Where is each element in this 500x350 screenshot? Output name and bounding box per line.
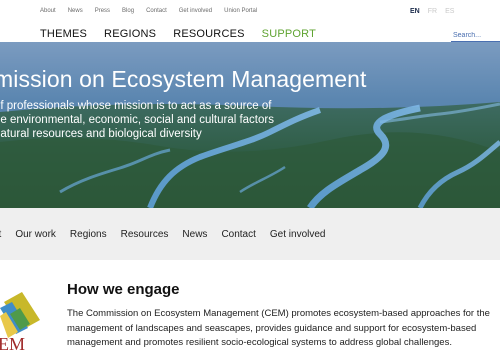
utility-link-about[interactable]: About [40,8,56,14]
hero-subtitle-line: he environmental, economic, social and c… [0,114,274,126]
language-en[interactable]: EN [410,8,420,15]
cem-logo: EM [0,292,40,350]
utility-link-get-involved[interactable]: Get involved [179,8,212,14]
utility-link-union-portal[interactable]: Union Portal [224,8,257,14]
search-input[interactable] [451,30,500,42]
section-nav-get-involved[interactable]: Get involved [270,229,326,240]
hero-subtitle: of professionals whose mission is to act… [0,99,274,141]
utility-bar: About News Press Blog Contact Get involv… [0,0,500,26]
utility-links: About News Press Blog Contact Get involv… [40,8,269,14]
section-nav-news[interactable]: News [182,229,207,240]
hero-subtitle-line: natural resources and biological diversi… [0,128,202,140]
section-body: The Commission on Ecosystem Management (… [67,308,490,348]
logo-lettering: EM [0,334,25,350]
section-nav-resources[interactable]: Resources [121,229,169,240]
main-nav: THEMES REGIONS RESOURCES SUPPORT [40,28,333,40]
nav-regions[interactable]: REGIONS [104,28,156,40]
section-nav: ut Our work Regions Resources News Conta… [0,208,500,260]
language-es[interactable]: ES [445,8,454,15]
section-heading: How we engage [67,281,180,298]
utility-link-blog[interactable]: Blog [122,8,134,14]
hero-title: mission on Ecosystem Management [0,66,367,92]
nav-resources[interactable]: RESOURCES [173,28,244,40]
utility-link-contact[interactable]: Contact [146,8,167,14]
nav-themes[interactable]: THEMES [40,28,87,40]
section-nav-our-work[interactable]: Our work [15,229,56,240]
hero-subtitle-line: of professionals whose mission is to act… [0,100,272,112]
section-nav-regions[interactable]: Regions [70,229,107,240]
section-nav-about[interactable]: ut [0,229,1,240]
utility-link-news[interactable]: News [68,8,83,14]
utility-link-press[interactable]: Press [95,8,110,14]
section-nav-contact[interactable]: Contact [221,229,255,240]
nav-support[interactable]: SUPPORT [262,28,316,40]
language-fr[interactable]: FR [428,8,437,15]
language-switcher: EN FR ES [410,8,462,15]
hero-banner: mission on Ecosystem Management of profe… [0,42,500,208]
